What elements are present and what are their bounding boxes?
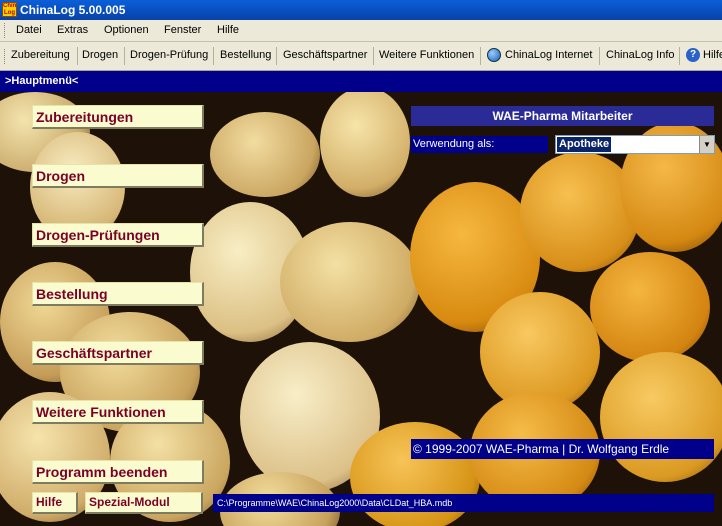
drogen-pruefungen-button[interactable]: Drogen-Prüfungen — [32, 223, 204, 247]
toolbar-separator — [124, 47, 125, 65]
database-path-label: C:\Programme\WAE\ChinaLog2000\Data\CLDat… — [213, 494, 714, 512]
menu-bar: Datei Extras Optionen Fenster Hilfe — [0, 20, 722, 42]
toolbar-separator — [276, 47, 277, 65]
toolbar-separator — [77, 47, 78, 65]
toolbar-chinalog-internet-button[interactable]: ChinaLog Internet — [505, 49, 592, 61]
toolbar-separator — [480, 47, 481, 65]
toolbar-separator — [599, 47, 600, 65]
use-as-selected-value: Apotheke — [557, 137, 612, 152]
toolbar-drogen-pruefung-button[interactable]: Drogen-Prüfung — [130, 49, 208, 61]
copyright-label: © 1999-2007 WAE-Pharma | Dr. Wolfgang Er… — [411, 439, 714, 459]
bean — [600, 352, 722, 482]
menu-hilfe[interactable]: Hilfe — [217, 24, 239, 36]
menu-datei[interactable]: Datei — [16, 24, 42, 36]
use-as-select[interactable]: Apotheke ▼ — [555, 135, 715, 154]
form-header: >Hauptmenü< — [0, 71, 722, 92]
bestellung-button[interactable]: Bestellung — [32, 282, 204, 306]
toolbar-separator — [679, 47, 680, 65]
menu-extras[interactable]: Extras — [57, 24, 88, 36]
toolbar-separator — [373, 47, 374, 65]
menu-fenster[interactable]: Fenster — [164, 24, 201, 36]
bean — [210, 112, 320, 197]
help-icon[interactable]: ? — [686, 48, 700, 62]
weitere-funktionen-button[interactable]: Weitere Funktionen — [32, 400, 204, 424]
zubereitungen-button[interactable]: Zubereitungen — [32, 105, 204, 129]
toolbar-zubereitung-button[interactable]: Zubereitung — [11, 49, 70, 61]
toolbar-chinalog-info-button[interactable]: ChinaLog Info — [606, 49, 675, 61]
geschaeftspartner-button[interactable]: Geschäftspartner — [32, 341, 204, 365]
window-title: ChinaLog 5.00.005 — [20, 3, 126, 17]
drogen-button[interactable]: Drogen — [32, 164, 204, 188]
globe-icon[interactable] — [487, 48, 501, 62]
bean — [320, 92, 410, 197]
form-title: >Hauptmenü< — [5, 75, 79, 87]
bean — [280, 222, 420, 342]
programm-beenden-button[interactable]: Programm beenden — [32, 460, 204, 484]
bean — [590, 252, 710, 362]
spezial-modul-button[interactable]: Spezial-Modul — [85, 492, 203, 514]
title-bar: China Log ChinaLog 5.00.005 — [0, 0, 722, 20]
chinalog-app-icon[interactable]: China Log — [2, 2, 17, 17]
menu-optionen[interactable]: Optionen — [104, 24, 149, 36]
use-as-label: Verwendung als: — [411, 136, 548, 153]
toolbar-separator — [213, 47, 214, 65]
toolbar: Zubereitung Drogen Drogen-Prüfung Bestel… — [0, 42, 722, 71]
staff-panel-title: WAE-Pharma Mitarbeiter — [411, 106, 714, 126]
chevron-down-icon[interactable]: ▼ — [699, 136, 714, 153]
hilfe-button[interactable]: Hilfe — [32, 492, 78, 514]
toolbar-geschaeftspartner-button[interactable]: Geschäftspartner — [283, 49, 367, 61]
toolbar-hilfe-button[interactable]: Hilfe — [703, 49, 722, 61]
toolbar-drogen-button[interactable]: Drogen — [82, 49, 118, 61]
toolbar-grip[interactable] — [4, 49, 8, 64]
toolbar-weitere-funktionen-button[interactable]: Weitere Funktionen — [379, 49, 474, 61]
toolbar-bestellung-button[interactable]: Bestellung — [220, 49, 271, 61]
menubar-grip[interactable] — [4, 23, 8, 38]
